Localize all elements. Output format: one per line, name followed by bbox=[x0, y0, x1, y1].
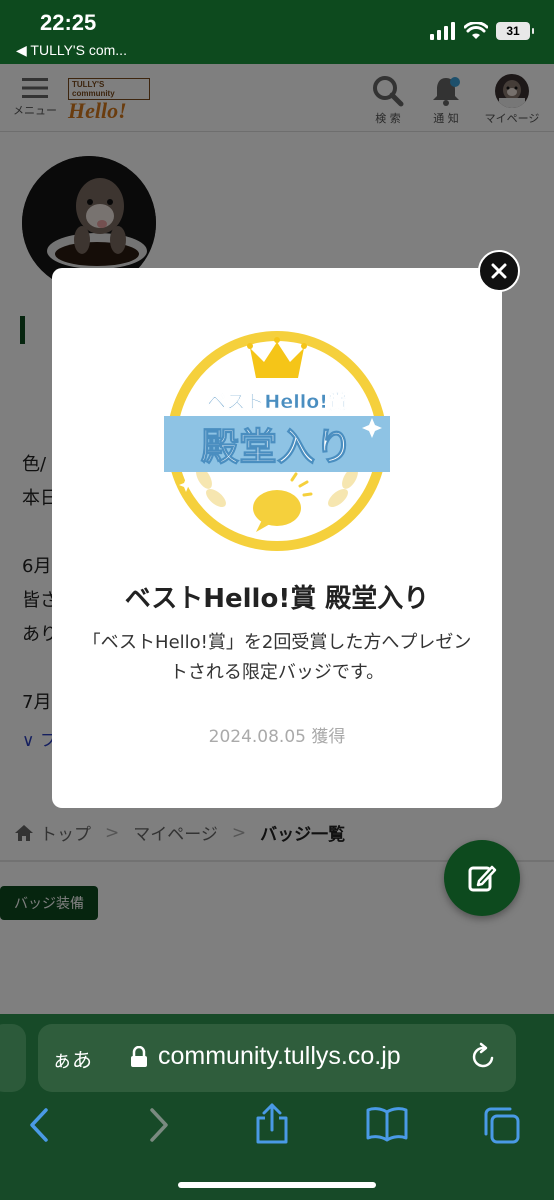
tabs-icon[interactable] bbox=[482, 1106, 522, 1144]
badge-detail-modal: ベストHello!賞 殿堂入り ベストHello!賞 殿堂入り 「ベストHell… bbox=[52, 268, 502, 808]
edit-icon bbox=[468, 865, 497, 892]
back-to-app-link[interactable]: ◀ TULLY'S com... bbox=[16, 42, 127, 59]
modal-close-button[interactable] bbox=[478, 250, 520, 292]
status-time: 22:25 bbox=[40, 10, 97, 35]
reload-icon[interactable] bbox=[468, 1042, 498, 1072]
badge-top-text: ベストHello!賞 bbox=[207, 390, 347, 413]
cellular-signal-icon bbox=[430, 22, 455, 40]
previous-tab-preview[interactable] bbox=[0, 1024, 26, 1092]
share-icon[interactable] bbox=[254, 1102, 290, 1144]
badge-title: ベストHello!賞 殿堂入り bbox=[124, 584, 430, 614]
status-icons: 31 bbox=[430, 22, 534, 40]
close-icon bbox=[491, 263, 507, 279]
browser-toolbar: ぁあ community.tullys.co.jp bbox=[0, 1014, 554, 1200]
battery-icon: 31 bbox=[496, 22, 534, 40]
address-bar[interactable]: ぁあ community.tullys.co.jp bbox=[38, 1024, 516, 1092]
status-bar: 22:25 ◀ TULLY'S com... 31 bbox=[0, 0, 554, 64]
wifi-icon bbox=[464, 22, 488, 39]
badge-acquired-date: 2024.08.05 獲得 bbox=[208, 727, 346, 747]
hall-of-fame-badge-image: ベストHello!賞 殿堂入り bbox=[164, 331, 390, 551]
compose-button[interactable] bbox=[444, 840, 520, 916]
back-icon[interactable] bbox=[26, 1106, 52, 1144]
lock-icon bbox=[131, 1046, 147, 1067]
bookmarks-icon[interactable] bbox=[366, 1106, 408, 1142]
reader-options-button[interactable]: ぁあ bbox=[52, 1044, 92, 1073]
badge-description: 「ベストHello!賞」を2回受賞した方へプレゼントされる限定バッジです。 bbox=[82, 632, 472, 683]
home-indicator[interactable] bbox=[178, 1182, 376, 1188]
url-text: community.tullys.co.jp bbox=[158, 1042, 401, 1070]
forward-icon[interactable] bbox=[146, 1106, 172, 1144]
badge-main-text: 殿堂入り bbox=[201, 424, 353, 469]
